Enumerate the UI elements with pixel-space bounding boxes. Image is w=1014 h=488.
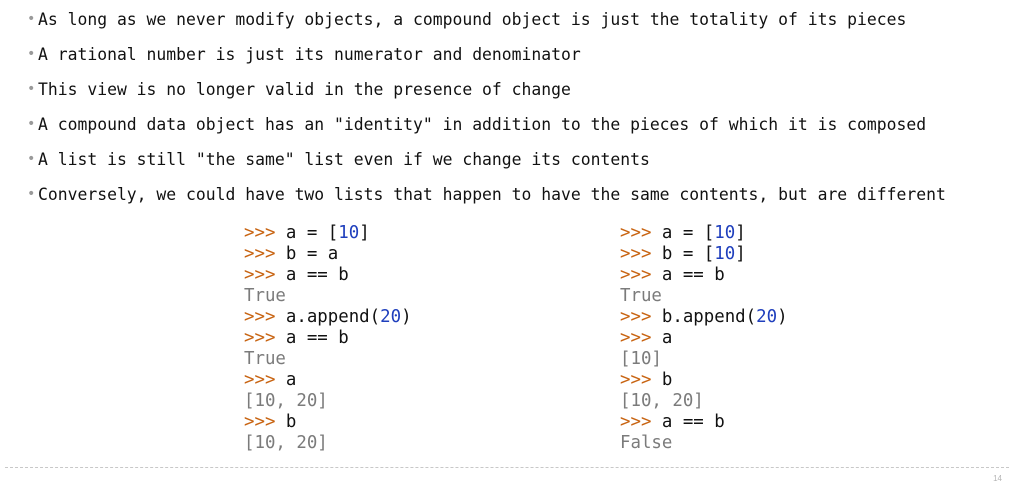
bullet-text: A rational number is just its numerator … bbox=[38, 45, 581, 64]
repl-prompt: >>> bbox=[620, 307, 652, 327]
number-literal: 10 bbox=[714, 223, 736, 243]
repl-output: True bbox=[620, 286, 662, 306]
repl-output: [10, 20] bbox=[244, 391, 328, 411]
bullet-dot-icon: • bbox=[27, 151, 36, 167]
bullet-dot-icon: • bbox=[27, 81, 36, 97]
bullet-dot-icon: • bbox=[27, 186, 36, 202]
code-output-line: [10, 20] bbox=[620, 391, 788, 412]
code-text: b = a bbox=[275, 244, 339, 264]
repl-output: [10, 20] bbox=[620, 391, 704, 411]
code-input-line: >>> a = [10] bbox=[244, 223, 412, 244]
code-text: ] bbox=[735, 223, 746, 243]
number-literal: 20 bbox=[756, 307, 778, 327]
code-input-line: >>> b bbox=[244, 412, 412, 433]
repl-prompt: >>> bbox=[620, 328, 652, 348]
code-text: b.append( bbox=[651, 307, 757, 327]
code-text: a bbox=[651, 328, 673, 348]
code-text: a == b bbox=[651, 412, 725, 432]
bullet-item: • A rational number is just its numerator… bbox=[27, 37, 946, 72]
bullet-dot-icon: • bbox=[27, 116, 36, 132]
code-input-line: >>> a = [10] bbox=[620, 223, 788, 244]
bullet-item: • As long as we never modify objects, a c… bbox=[27, 2, 946, 37]
code-input-line: >>> a == b bbox=[620, 412, 788, 433]
bullet-text: This view is no longer valid in the pres… bbox=[38, 80, 571, 99]
number-literal: 20 bbox=[380, 307, 402, 327]
code-input-line: >>> b bbox=[620, 370, 788, 391]
code-output-line: True bbox=[244, 286, 412, 307]
repl-prompt: >>> bbox=[244, 244, 276, 264]
code-text: a.append( bbox=[275, 307, 381, 327]
page-number: 14 bbox=[993, 474, 1002, 483]
bullet-text: A list is still "the same" list even if … bbox=[38, 150, 650, 169]
code-text: ] bbox=[735, 244, 746, 264]
code-input-line: >>> b.append(20) bbox=[620, 307, 788, 328]
code-text: ] bbox=[359, 223, 370, 243]
code-example-same-object: >>> a = [10] >>> b = a >>> a == b True >>> a… bbox=[244, 223, 412, 454]
repl-prompt: >>> bbox=[244, 223, 276, 243]
repl-prompt: >>> bbox=[244, 265, 276, 285]
repl-prompt: >>> bbox=[244, 370, 276, 390]
code-output-line: [10, 20] bbox=[244, 391, 412, 412]
code-text: a bbox=[275, 370, 297, 390]
code-text: a == b bbox=[651, 265, 725, 285]
code-input-line: >>> b = a bbox=[244, 244, 412, 265]
code-output-line: [10] bbox=[620, 349, 788, 370]
repl-prompt: >>> bbox=[620, 412, 652, 432]
bullet-item: • A compound data object has an "identity… bbox=[27, 107, 946, 142]
code-text: b bbox=[651, 370, 673, 390]
bullet-item: • Conversely, we could have two lists tha… bbox=[27, 177, 946, 212]
repl-prompt: >>> bbox=[620, 370, 652, 390]
code-output-line: True bbox=[620, 286, 788, 307]
repl-output: True bbox=[244, 286, 286, 306]
number-literal: 10 bbox=[714, 244, 736, 264]
repl-prompt: >>> bbox=[620, 244, 652, 264]
code-input-line: >>> a == b bbox=[620, 265, 788, 286]
bullet-dot-icon: • bbox=[27, 11, 36, 27]
code-text: b bbox=[275, 412, 297, 432]
code-text: ) bbox=[401, 307, 412, 327]
code-example-equal-contents: >>> a = [10] >>> b = [10] >>> a == b True >>… bbox=[620, 223, 788, 454]
code-input-line: >>> a.append(20) bbox=[244, 307, 412, 328]
bullet-text: As long as we never modify objects, a co… bbox=[38, 10, 907, 29]
code-text: a == b bbox=[275, 328, 349, 348]
repl-prompt: >>> bbox=[620, 223, 652, 243]
code-text: a = [ bbox=[651, 223, 715, 243]
code-text: a = [ bbox=[275, 223, 339, 243]
repl-output: [10, 20] bbox=[244, 433, 328, 453]
bullet-item: • A list is still "the same" list even if… bbox=[27, 142, 946, 177]
repl-prompt: >>> bbox=[244, 328, 276, 348]
repl-prompt: >>> bbox=[620, 265, 652, 285]
bullet-dot-icon: • bbox=[27, 46, 36, 62]
number-literal: 10 bbox=[338, 223, 360, 243]
code-text: ) bbox=[777, 307, 788, 327]
code-text: b = [ bbox=[651, 244, 715, 264]
code-text: a == b bbox=[275, 265, 349, 285]
repl-output: True bbox=[244, 349, 286, 369]
repl-output: False bbox=[620, 433, 673, 453]
bullet-text: A compound data object has an "identity"… bbox=[38, 115, 927, 134]
code-output-line: True bbox=[244, 349, 412, 370]
repl-prompt: >>> bbox=[244, 307, 276, 327]
repl-prompt: >>> bbox=[244, 412, 276, 432]
code-input-line: >>> a == b bbox=[244, 328, 412, 349]
code-input-line: >>> a == b bbox=[244, 265, 412, 286]
bullet-text: Conversely, we could have two lists that… bbox=[38, 185, 946, 204]
footer-divider bbox=[5, 467, 1009, 468]
bullet-list: • As long as we never modify objects, a c… bbox=[27, 2, 946, 212]
code-input-line: >>> b = [10] bbox=[620, 244, 788, 265]
code-output-line: False bbox=[620, 433, 788, 454]
code-output-line: [10, 20] bbox=[244, 433, 412, 454]
bullet-item: • This view is no longer valid in the pre… bbox=[27, 72, 946, 107]
code-input-line: >>> a bbox=[620, 328, 788, 349]
code-input-line: >>> a bbox=[244, 370, 412, 391]
repl-output: [10] bbox=[620, 349, 662, 369]
